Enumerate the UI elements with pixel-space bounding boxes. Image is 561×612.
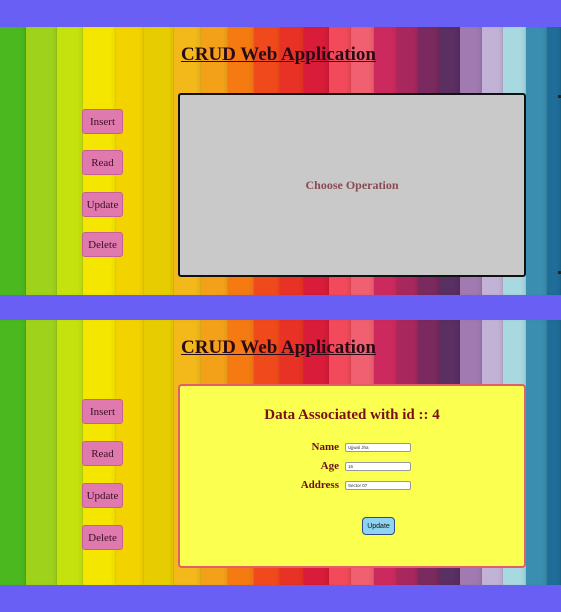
- background-stripe: [546, 27, 561, 295]
- screen-choose-operation: CRUD Web Application Insert Read Update …: [0, 27, 561, 295]
- insert-button[interactable]: Insert: [82, 109, 123, 134]
- name-field[interactable]: Ujjwal Jha: [345, 443, 411, 452]
- name-row: Name Ujjwal Jha: [180, 441, 524, 455]
- read-button[interactable]: Read: [82, 441, 123, 466]
- background-stripe: [546, 320, 561, 585]
- background-stripe: [143, 320, 174, 585]
- background-stripe: [0, 320, 27, 585]
- address-label: Address: [300, 479, 339, 491]
- page-title: CRUD Web Application: [181, 337, 376, 358]
- screen-update-record: CRUD Web Application Insert Read Update …: [0, 320, 561, 585]
- update-button[interactable]: Update: [82, 192, 123, 217]
- age-field[interactable]: 16: [345, 462, 411, 471]
- delete-button[interactable]: Delete: [82, 525, 123, 550]
- background-stripe: [26, 320, 57, 585]
- name-label: Name: [311, 441, 340, 453]
- insert-button[interactable]: Insert: [82, 399, 123, 424]
- record-panel: Data Associated with id :: 4 Name Ujjwal…: [178, 384, 526, 568]
- choose-operation-text: Choose Operation: [305, 177, 399, 192]
- read-button[interactable]: Read: [82, 150, 123, 175]
- address-row: Address Sector 07: [180, 479, 524, 493]
- background-stripe: [143, 27, 174, 295]
- background-stripe: [56, 320, 83, 585]
- background-stripe: [526, 320, 547, 585]
- page-title: CRUD Web Application: [181, 44, 376, 65]
- address-field[interactable]: Sector 07: [345, 481, 411, 490]
- background-stripe: [56, 27, 83, 295]
- background-stripe: [526, 27, 547, 295]
- update-button[interactable]: Update: [82, 483, 123, 508]
- delete-button[interactable]: Delete: [82, 232, 123, 257]
- operation-panel: Choose Operation: [178, 93, 526, 277]
- record-heading: Data Associated with id :: 4: [264, 407, 440, 423]
- background-stripe: [26, 27, 57, 295]
- age-row: Age 16: [180, 460, 524, 474]
- age-label: Age: [320, 460, 339, 472]
- background-stripe: [0, 27, 27, 295]
- submit-update-button[interactable]: Update: [362, 517, 395, 535]
